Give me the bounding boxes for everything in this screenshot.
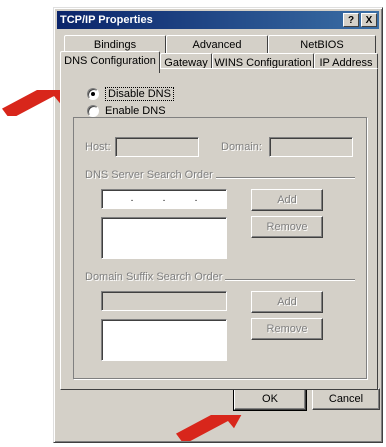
enable-dns-label: Enable DNS <box>105 105 166 117</box>
add-domain-suffix-button[interactable]: Add <box>251 291 323 313</box>
tab-dns-configuration-label: DNS Configuration <box>64 55 156 67</box>
host-field[interactable] <box>115 137 199 157</box>
help-button[interactable]: ? <box>343 13 359 27</box>
ip-dot-1: . <box>130 193 134 204</box>
tcpip-properties-dialog: TCP/IP Properties ? X Bindings Advanced … <box>53 7 383 443</box>
tab-advanced[interactable]: Advanced <box>166 35 268 55</box>
ip-dot-3: . <box>194 193 198 204</box>
ip-dot-2: . <box>162 193 166 204</box>
ok-pointer-arrow-icon <box>176 415 242 441</box>
disable-dns-radio-dot <box>87 88 99 100</box>
host-label: Host: <box>85 141 111 153</box>
dns-configuration-panel: Disable DNS Enable DNS Host: Domain: DNS… <box>60 68 378 390</box>
window-title: TCP/IP Properties <box>60 14 153 26</box>
domain-suffix-search-order-label: Domain Suffix Search Order <box>85 271 226 283</box>
domain-field[interactable] <box>269 137 353 157</box>
domain-suffix-input[interactable] <box>101 291 227 311</box>
enable-dns-radio-dot <box>87 105 99 117</box>
ok-button[interactable]: OK <box>233 387 307 411</box>
tab-netbios[interactable]: NetBIOS <box>268 35 376 55</box>
domain-suffix-list[interactable] <box>101 319 227 361</box>
remove-domain-suffix-button[interactable]: Remove <box>251 318 323 340</box>
close-button[interactable]: X <box>361 13 377 27</box>
domain-label: Domain: <box>221 141 262 153</box>
cancel-button[interactable]: Cancel <box>312 388 380 410</box>
dns-server-list[interactable] <box>101 217 227 259</box>
tab-dns-configuration[interactable]: DNS Configuration <box>60 51 160 73</box>
disable-dns-label: Disable DNS <box>105 87 174 101</box>
dns-server-search-order-label: DNS Server Search Order <box>85 169 216 181</box>
disable-dns-radio[interactable]: Disable DNS <box>87 87 174 101</box>
title-bar[interactable]: TCP/IP Properties ? X <box>57 11 379 29</box>
enable-dns-radio[interactable]: Enable DNS <box>87 105 166 117</box>
dns-server-ip-input[interactable]: . . . <box>101 189 227 209</box>
add-dns-server-button[interactable]: Add <box>251 189 323 211</box>
remove-dns-server-button[interactable]: Remove <box>251 216 323 238</box>
